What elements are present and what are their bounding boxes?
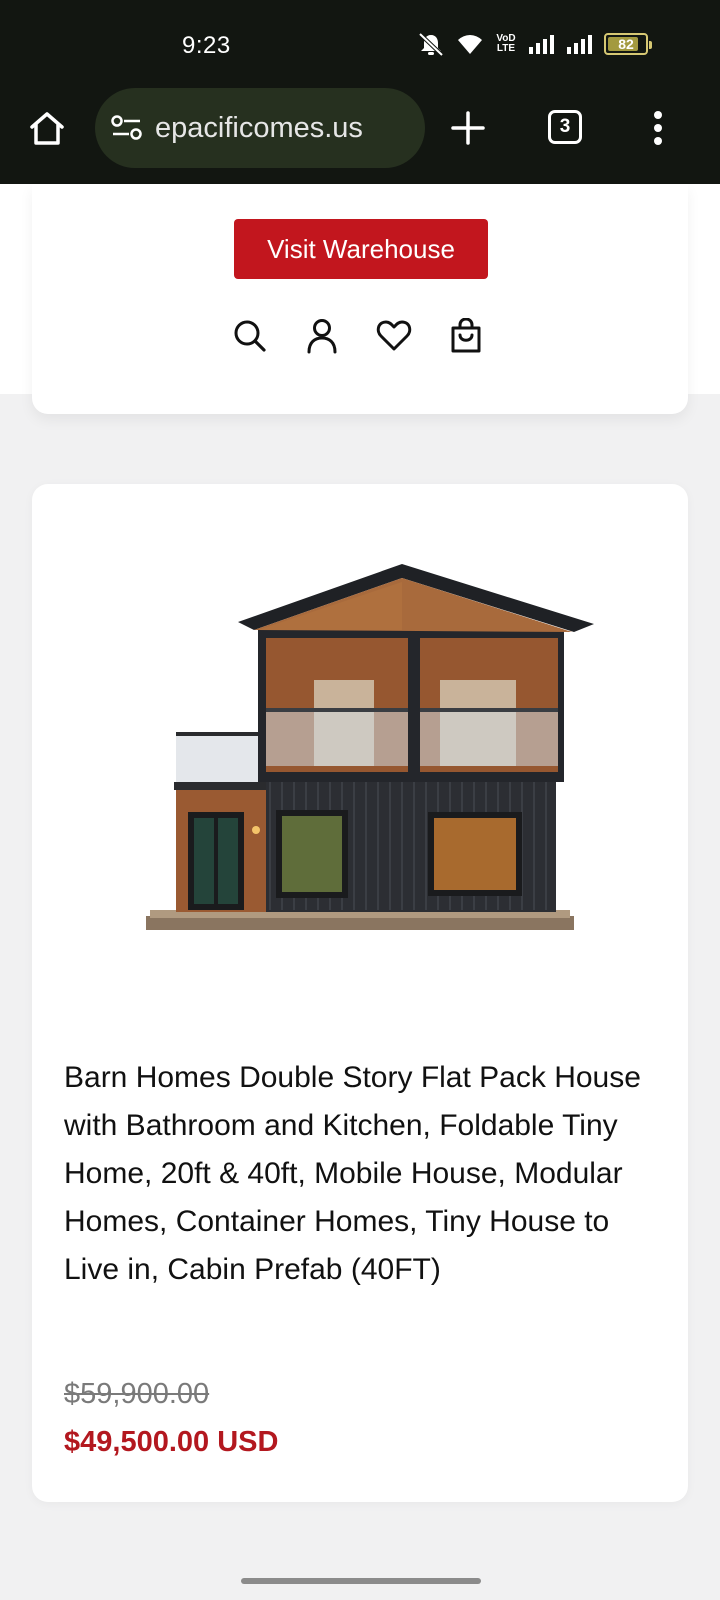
new-tab-icon[interactable] bbox=[450, 110, 486, 146]
menu-icon[interactable] bbox=[648, 108, 668, 148]
signal-icon-sim2 bbox=[567, 35, 592, 54]
url-text[interactable]: epacificomes.us bbox=[155, 112, 415, 145]
browser-toolbar: epacificomes.us 3 bbox=[0, 88, 720, 184]
wishlist-icon[interactable] bbox=[376, 318, 412, 352]
product-image[interactable] bbox=[110, 560, 610, 1000]
account-icon[interactable] bbox=[306, 318, 338, 354]
cart-icon[interactable] bbox=[450, 318, 482, 354]
visit-warehouse-button[interactable]: Visit Warehouse bbox=[234, 219, 488, 279]
sale-price: $49,500.00 USD bbox=[64, 1426, 279, 1458]
battery-percent: 82 bbox=[618, 36, 634, 52]
address-bar[interactable]: epacificomes.us bbox=[95, 88, 425, 168]
signal-icon bbox=[529, 35, 554, 54]
compare-at-price: $59,900.00 bbox=[64, 1378, 210, 1410]
volte-badge: VoD LTE bbox=[496, 33, 516, 54]
status-bar: 9:23 VoD LTE 82 bbox=[0, 0, 720, 88]
tab-switcher-button[interactable]: 3 bbox=[548, 110, 582, 144]
battery-icon: 82 bbox=[604, 33, 652, 55]
site-info-icon[interactable] bbox=[111, 114, 143, 142]
status-icons: VoD LTE 82 bbox=[416, 30, 652, 58]
status-time: 9:23 bbox=[182, 32, 231, 59]
header-icons bbox=[232, 318, 482, 354]
product-title[interactable]: Barn Homes Double Story Flat Pack House … bbox=[64, 1054, 644, 1294]
mute-icon bbox=[418, 32, 444, 57]
search-icon[interactable] bbox=[232, 318, 268, 354]
wifi-icon bbox=[458, 35, 482, 54]
home-icon[interactable] bbox=[27, 108, 67, 148]
gesture-navigation-bar[interactable] bbox=[241, 1578, 481, 1584]
